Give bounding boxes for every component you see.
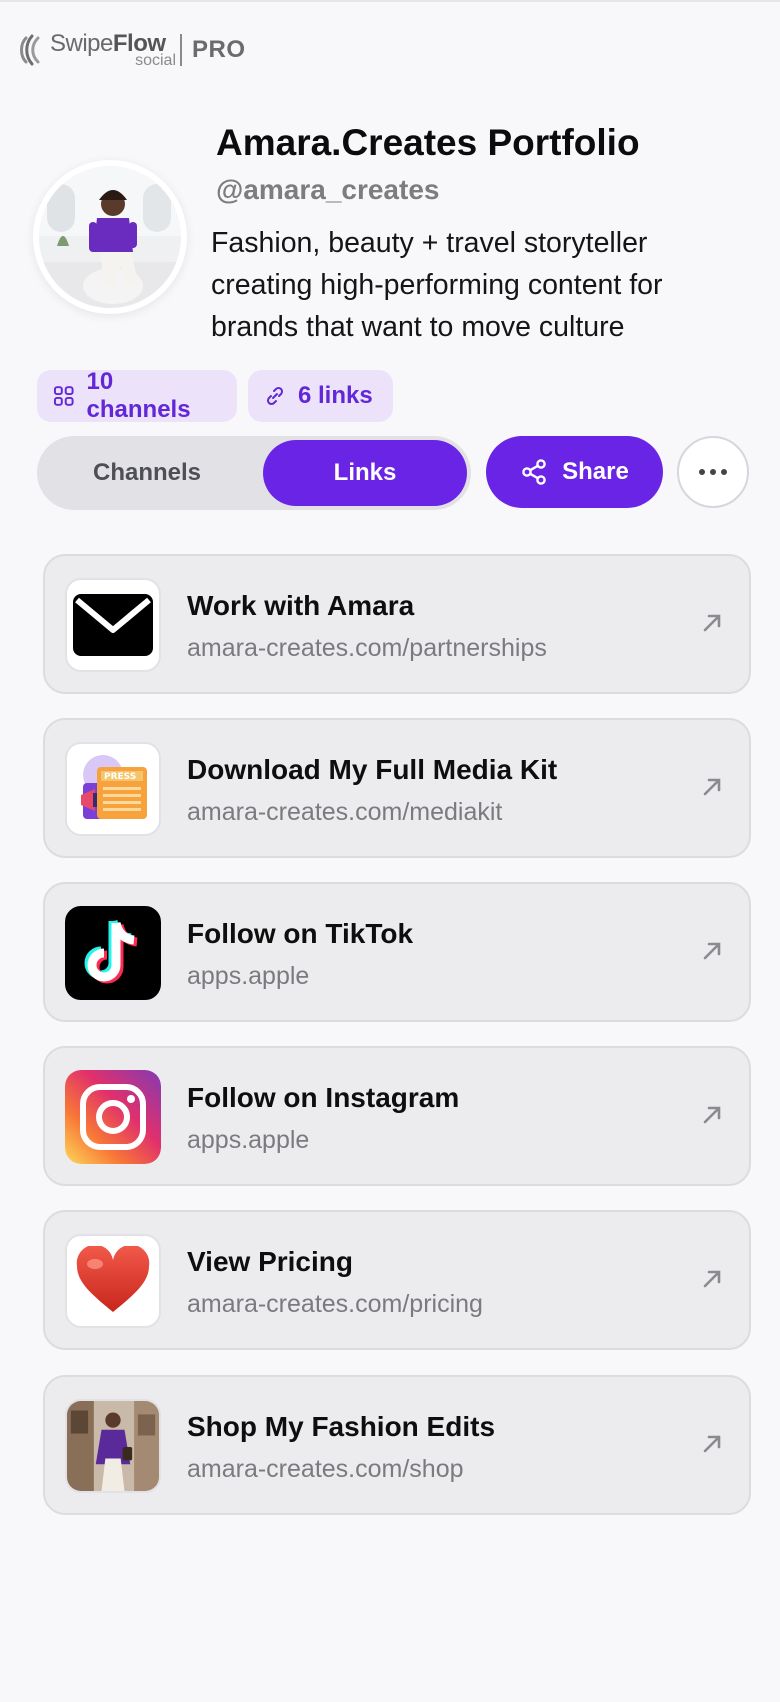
external-link-arrow-icon <box>703 1270 721 1288</box>
brand-wordmark: SwipeFlow social <box>50 30 180 70</box>
channels-count-label: 10 channels <box>86 368 191 423</box>
brand-tier-badge: PRO <box>192 36 246 63</box>
link-title: View Pricing <box>187 1246 353 1277</box>
share-icon <box>522 459 546 485</box>
svg-text:PRESS: PRESS <box>104 772 136 782</box>
external-link-arrow-icon <box>703 942 721 960</box>
top-divider <box>0 0 780 2</box>
view-toggle: Channels Links <box>37 436 471 510</box>
link-card-tiktok[interactable]: Follow on TikTok apps.apple <box>43 882 751 1022</box>
link-title: Shop My Fashion Edits <box>187 1411 496 1442</box>
link-card-shop[interactable]: Shop My Fashion Edits amara-creates.com/… <box>43 1375 751 1515</box>
share-button[interactable]: Share <box>486 436 663 508</box>
link-card-pricing[interactable]: View Pricing amara-creates.com/pricing <box>43 1210 751 1350</box>
link-title: Download My Full Media Kit <box>187 754 558 785</box>
link-icon <box>266 386 284 406</box>
tab-links[interactable]: Links <box>263 440 467 506</box>
link-url: apps.apple <box>187 962 310 990</box>
link-card-media-kit[interactable]: PRESS Download My Full Media Kit amara-c… <box>43 718 751 858</box>
links-count-label: 6 links <box>298 382 373 409</box>
link-url: amara-creates.com/shop <box>187 1455 464 1483</box>
link-card-work-with-amara[interactable]: Work with Amara amara-creates.com/partne… <box>43 554 751 694</box>
profile-photo-illustration <box>39 166 181 308</box>
brand-separator <box>180 34 182 66</box>
instagram-icon <box>65 1070 161 1164</box>
share-label: Share <box>562 458 629 485</box>
link-url: amara-creates.com/pricing <box>187 1290 483 1318</box>
external-link-arrow-icon <box>703 1435 721 1453</box>
link-title: Work with Amara <box>187 590 415 621</box>
link-card-instagram[interactable]: Follow on Instagram apps.apple <box>43 1046 751 1186</box>
mail-icon <box>65 578 161 672</box>
more-options-button[interactable] <box>677 436 749 508</box>
brand-name-light: Swipe <box>50 30 113 57</box>
grid-icon <box>53 386 74 406</box>
brand-logo-lockup: SwipeFlow social PRO <box>18 30 246 70</box>
external-link-arrow-icon <box>703 614 721 632</box>
brand-sub: social <box>135 52 176 69</box>
more-dots-icon <box>699 469 705 475</box>
link-url: amara-creates.com/partnerships <box>187 634 547 662</box>
link-url: apps.apple <box>187 1126 310 1154</box>
fashion-photo <box>65 1399 161 1493</box>
external-link-arrow-icon <box>703 1106 721 1124</box>
links-count-badge: 6 links <box>248 370 393 422</box>
link-title: Follow on TikTok <box>187 918 414 949</box>
profile-handle: @amara_creates <box>216 174 440 205</box>
tiktok-icon <box>65 906 161 1000</box>
profile-photo <box>39 166 181 308</box>
link-title: Follow on Instagram <box>187 1082 460 1113</box>
channels-count-badge: 10 channels <box>37 368 237 423</box>
heart-icon <box>65 1234 161 1328</box>
page-title: Amara.Creates Portfolio <box>216 122 640 163</box>
link-url: amara-creates.com/mediakit <box>187 798 503 826</box>
profile-bio: Fashion, beauty + travel storyteller cre… <box>211 227 663 343</box>
external-link-arrow-icon <box>703 778 721 796</box>
tab-channels[interactable]: Channels <box>43 440 251 506</box>
press-kit-icon: PRESS <box>65 742 161 836</box>
avatar <box>33 160 187 314</box>
swipeflow-logo-icon <box>20 34 40 66</box>
